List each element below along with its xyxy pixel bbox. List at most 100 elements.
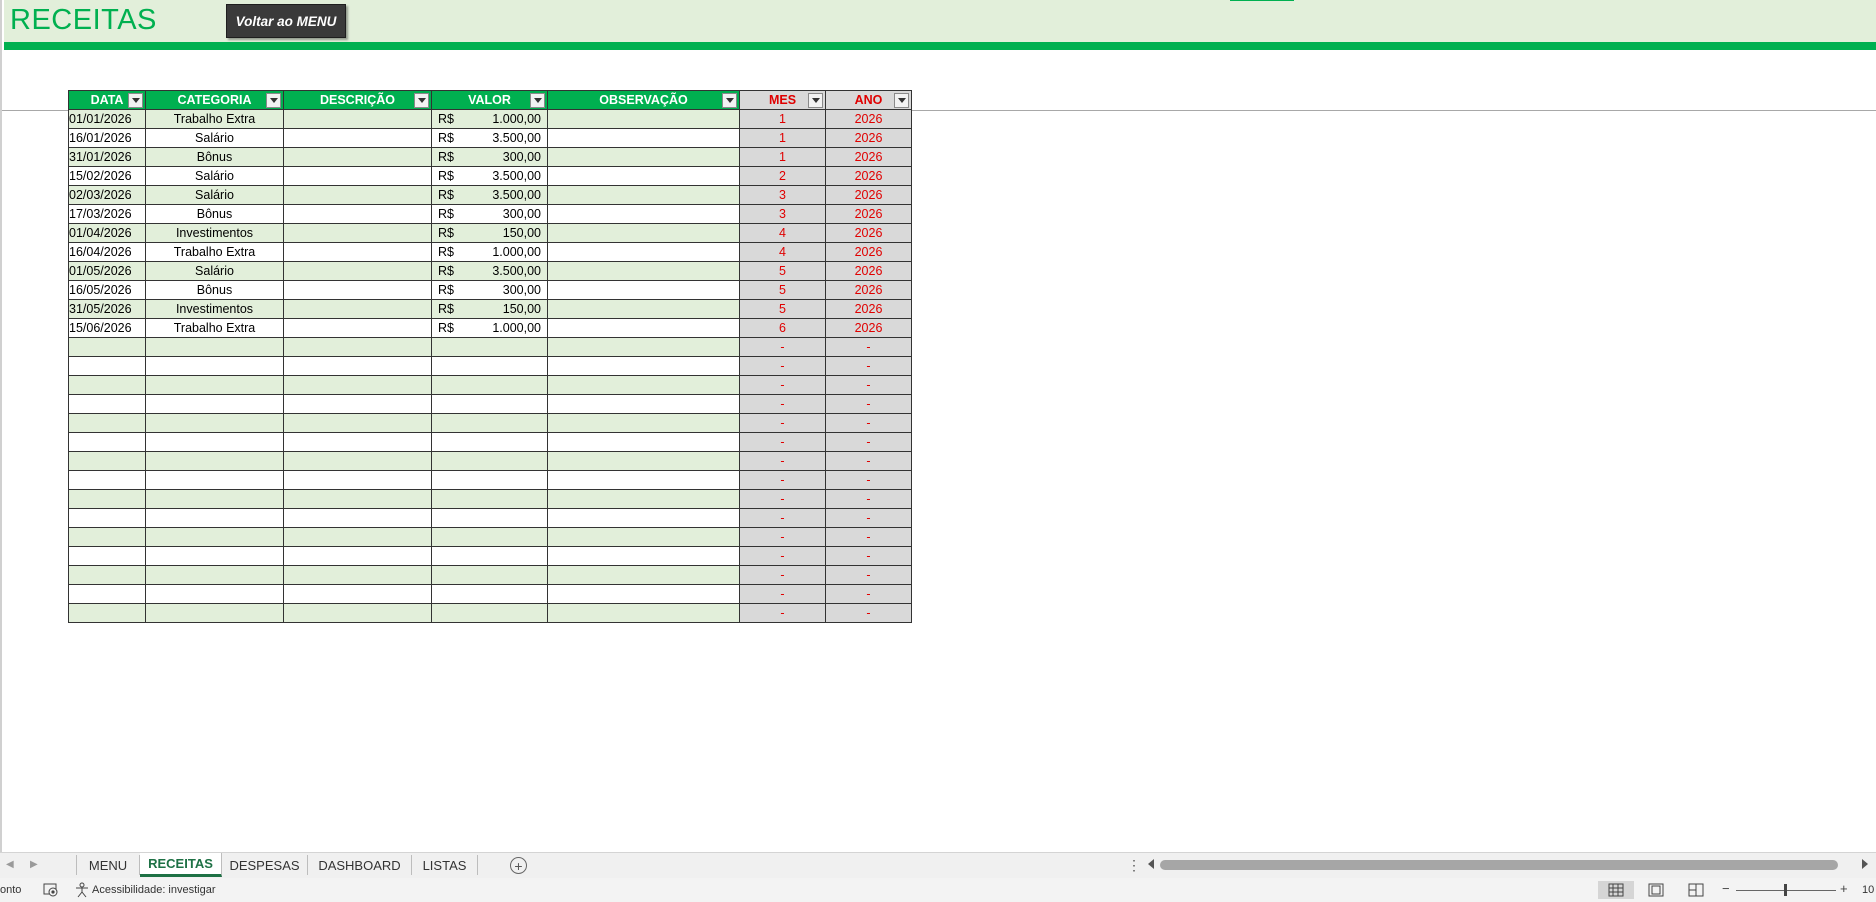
cell-ano[interactable]: 2026 bbox=[825, 242, 912, 262]
zoom-out-button[interactable]: − bbox=[1722, 881, 1730, 896]
cell-mes[interactable]: 5 bbox=[739, 299, 826, 319]
cell-mes[interactable]: 1 bbox=[739, 128, 826, 148]
cell-categoria[interactable] bbox=[145, 451, 284, 471]
cell-ano[interactable]: - bbox=[825, 394, 912, 414]
cell-ano[interactable]: - bbox=[825, 432, 912, 452]
cell-categoria[interactable]: Bônus bbox=[145, 280, 284, 300]
cell-descricao[interactable] bbox=[283, 565, 432, 585]
cell-valor[interactable]: R$ 1.000,00 bbox=[431, 318, 548, 338]
cell-valor[interactable] bbox=[431, 470, 548, 490]
accessibility-icon[interactable] bbox=[74, 882, 90, 901]
cell-categoria[interactable] bbox=[145, 337, 284, 357]
page-layout-icon[interactable] bbox=[1638, 881, 1674, 899]
cell-ano[interactable]: 2026 bbox=[825, 223, 912, 243]
page-break-icon[interactable] bbox=[1678, 881, 1714, 899]
cell-categoria[interactable]: Trabalho Extra bbox=[145, 109, 284, 129]
cell-categoria[interactable]: Bônus bbox=[145, 204, 284, 224]
cell-observacao[interactable] bbox=[547, 413, 740, 433]
cell-mes[interactable]: - bbox=[739, 375, 826, 395]
cell-valor[interactable]: R$ 3.500,00 bbox=[431, 185, 548, 205]
cell-observacao[interactable] bbox=[547, 356, 740, 376]
cell-data[interactable]: 17/03/2026 bbox=[68, 204, 146, 224]
cell-valor[interactable] bbox=[431, 546, 548, 566]
cell-data[interactable]: 15/06/2026 bbox=[68, 318, 146, 338]
cell-observacao[interactable] bbox=[547, 166, 740, 186]
cell-descricao[interactable] bbox=[283, 413, 432, 433]
cell-observacao[interactable] bbox=[547, 451, 740, 471]
cell-descricao[interactable] bbox=[283, 261, 432, 281]
cell-ano[interactable]: 2026 bbox=[825, 109, 912, 129]
cell-valor[interactable] bbox=[431, 603, 548, 623]
cell-data[interactable] bbox=[68, 603, 146, 623]
tab-dashboard[interactable]: DASHBOARD bbox=[308, 855, 412, 875]
cell-observacao[interactable] bbox=[547, 318, 740, 338]
cell-descricao[interactable] bbox=[283, 337, 432, 357]
cell-categoria[interactable]: Trabalho Extra bbox=[145, 242, 284, 262]
cell-mes[interactable]: - bbox=[739, 527, 826, 547]
cell-categoria[interactable]: Salário bbox=[145, 185, 284, 205]
tab-menu[interactable]: MENU bbox=[76, 855, 140, 875]
accessibility-status[interactable]: Acessibilidade: investigar bbox=[92, 884, 216, 896]
cell-categoria[interactable]: Bônus bbox=[145, 147, 284, 167]
cell-data[interactable] bbox=[68, 489, 146, 509]
cell-data[interactable] bbox=[68, 508, 146, 528]
cell-valor[interactable] bbox=[431, 337, 548, 357]
zoom-slider-knob[interactable] bbox=[1784, 884, 1787, 896]
scroll-right-icon[interactable] bbox=[1862, 859, 1868, 869]
cell-ano[interactable]: - bbox=[825, 356, 912, 376]
cell-descricao[interactable] bbox=[283, 147, 432, 167]
cell-descricao[interactable] bbox=[283, 546, 432, 566]
cell-descricao[interactable] bbox=[283, 223, 432, 243]
cell-valor[interactable] bbox=[431, 356, 548, 376]
cell-mes[interactable]: - bbox=[739, 432, 826, 452]
cell-data[interactable]: 01/04/2026 bbox=[68, 223, 146, 243]
cell-descricao[interactable] bbox=[283, 451, 432, 471]
cell-categoria[interactable]: Salário bbox=[145, 128, 284, 148]
cell-data[interactable] bbox=[68, 470, 146, 490]
cell-categoria[interactable] bbox=[145, 432, 284, 452]
cell-descricao[interactable] bbox=[283, 584, 432, 604]
tab-listas[interactable]: LISTAS bbox=[412, 855, 478, 875]
cell-descricao[interactable] bbox=[283, 394, 432, 414]
cell-categoria[interactable] bbox=[145, 584, 284, 604]
cell-observacao[interactable] bbox=[547, 261, 740, 281]
cell-descricao[interactable] bbox=[283, 527, 432, 547]
cell-categoria[interactable] bbox=[145, 413, 284, 433]
cell-observacao[interactable] bbox=[547, 432, 740, 452]
horizontal-scrollbar[interactable] bbox=[1160, 860, 1840, 870]
cell-categoria[interactable]: Salário bbox=[145, 166, 284, 186]
cell-valor[interactable]: R$ 1.000,00 bbox=[431, 109, 548, 129]
cell-descricao[interactable] bbox=[283, 603, 432, 623]
cell-descricao[interactable] bbox=[283, 318, 432, 338]
back-to-menu-button[interactable]: Voltar ao MENU bbox=[226, 4, 346, 38]
cell-data[interactable]: 01/05/2026 bbox=[68, 261, 146, 281]
cell-data[interactable] bbox=[68, 546, 146, 566]
cell-data[interactable] bbox=[68, 356, 146, 376]
cell-valor[interactable]: R$ 300,00 bbox=[431, 204, 548, 224]
cell-valor[interactable]: R$ 300,00 bbox=[431, 147, 548, 167]
cell-mes[interactable]: - bbox=[739, 470, 826, 490]
cell-data[interactable] bbox=[68, 584, 146, 604]
cell-valor[interactable] bbox=[431, 489, 548, 509]
cell-ano[interactable]: 2026 bbox=[825, 147, 912, 167]
cell-ano[interactable]: - bbox=[825, 375, 912, 395]
cell-mes[interactable]: 3 bbox=[739, 204, 826, 224]
cell-mes[interactable]: 4 bbox=[739, 242, 826, 262]
scrollbar-thumb[interactable] bbox=[1160, 860, 1838, 870]
cell-descricao[interactable] bbox=[283, 489, 432, 509]
cell-valor[interactable]: R$ 3.500,00 bbox=[431, 166, 548, 186]
cell-observacao[interactable] bbox=[547, 299, 740, 319]
filter-dropdown-icon[interactable] bbox=[266, 93, 281, 108]
cell-valor[interactable] bbox=[431, 527, 548, 547]
cell-data[interactable]: 16/04/2026 bbox=[68, 242, 146, 262]
cell-ano[interactable]: - bbox=[825, 489, 912, 509]
cell-observacao[interactable] bbox=[547, 337, 740, 357]
cell-mes[interactable]: - bbox=[739, 394, 826, 414]
cell-valor[interactable]: R$ 150,00 bbox=[431, 223, 548, 243]
cell-categoria[interactable] bbox=[145, 470, 284, 490]
cell-ano[interactable]: - bbox=[825, 337, 912, 357]
cell-ano[interactable]: 2026 bbox=[825, 185, 912, 205]
cell-data[interactable] bbox=[68, 432, 146, 452]
filter-dropdown-icon[interactable] bbox=[414, 93, 429, 108]
more-options-icon[interactable]: ⋮ bbox=[1127, 857, 1141, 874]
